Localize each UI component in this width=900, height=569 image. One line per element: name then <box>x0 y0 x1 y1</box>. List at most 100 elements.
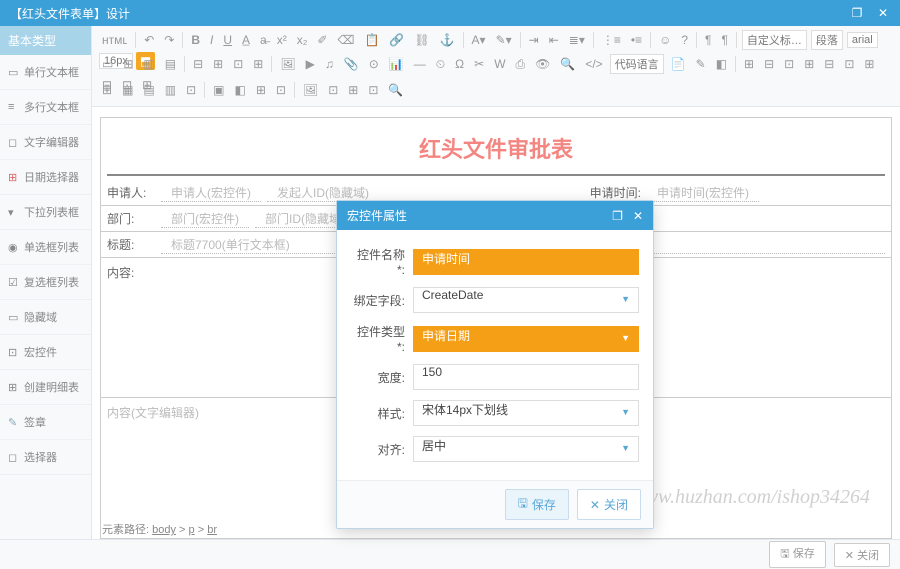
select-align[interactable]: 居中 <box>413 436 639 462</box>
footer-save-button[interactable]: 🖫 保存 <box>769 541 825 568</box>
tb-video-icon[interactable]: ▶ <box>302 55 319 73</box>
tb-html-icon[interactable]: ʜᴛᴍʟ <box>98 31 131 49</box>
tb-r3-9-icon[interactable]: ⊡ <box>272 81 290 99</box>
field-apply-time[interactable]: 申请时间(宏控件) <box>647 184 759 202</box>
tb-font-icon[interactable]: A̲ <box>238 31 254 49</box>
tb-row-icon[interactable]: ▤ <box>161 55 180 73</box>
tb-bg-icon[interactable]: ◧ <box>712 55 731 73</box>
tb-bold-icon[interactable]: B <box>187 31 204 49</box>
tb-ol-icon[interactable]: ⋮≡ <box>598 31 625 49</box>
tb-erase-icon[interactable]: ✐ <box>313 31 331 49</box>
sidebar-item-hidden[interactable]: ▭隐藏域 <box>0 300 91 335</box>
tb-sub-icon[interactable]: x₂ <box>293 31 312 49</box>
path-br[interactable]: br <box>207 524 217 536</box>
sidebar-item-datepicker[interactable]: ⊞日期选择器 <box>0 160 91 195</box>
tb-r3-14-icon[interactable]: 🔍 <box>384 81 407 99</box>
tb-snap-icon[interactable]: ✂ <box>470 55 488 73</box>
tb-audio-icon[interactable]: ♫ <box>321 55 338 73</box>
tb-form-icon[interactable]: ▭ <box>98 55 117 73</box>
tb-preview-icon[interactable]: 👁 <box>531 55 554 73</box>
tb-r3-11-icon[interactable]: ⊡ <box>324 81 342 99</box>
tb-anchor-icon[interactable]: ⚓ <box>436 31 459 49</box>
input-width[interactable]: 150 <box>413 364 639 390</box>
sidebar-item-richtext[interactable]: ◻文字编辑器 <box>0 125 91 160</box>
tb-redo-icon[interactable]: ↷ <box>160 31 178 49</box>
tb-col-icon[interactable]: ▥ <box>139 55 158 73</box>
tb-align-icon[interactable]: ≣▾ <box>565 31 589 49</box>
tb-tcell6-icon[interactable]: ⊡ <box>840 55 858 73</box>
tb-r3-6-icon[interactable]: ▣ <box>209 81 228 99</box>
select-control-type[interactable]: 申请日期 <box>413 326 639 352</box>
tb-strike-icon[interactable]: a̶ <box>256 31 271 49</box>
tb-attach-icon[interactable]: 📎 <box>340 55 363 73</box>
tb-link-icon[interactable]: 🔗 <box>385 31 408 49</box>
tb-help-icon[interactable]: ? <box>677 31 692 49</box>
dialog-save-button[interactable]: 🖫 保存 <box>505 489 569 520</box>
field-dept[interactable]: 部门(宏控件) <box>161 210 249 228</box>
sidebar-item-selector[interactable]: ◻选择器 <box>0 440 91 475</box>
tb-paragraph-select[interactable]: 段落 <box>811 30 843 50</box>
tb-insrow-icon[interactable]: ⊞ <box>209 55 227 73</box>
tb-undo-icon[interactable]: ↶ <box>140 31 158 49</box>
field-applicant[interactable]: 申请人(宏控件) <box>161 184 261 202</box>
tb-tcell5-icon[interactable]: ⊟ <box>820 55 838 73</box>
tb-r3-8-icon[interactable]: ⊞ <box>252 81 270 99</box>
select-style[interactable]: 宋体14px下划线 <box>413 400 639 426</box>
tb-time-icon[interactable]: ⏲ <box>432 55 449 74</box>
dialog-maximize-icon[interactable]: ❐ <box>612 209 623 223</box>
path-body[interactable]: body <box>152 524 176 536</box>
tb-custom-select[interactable]: 自定义标… <box>742 30 807 50</box>
tb-r3-1-icon[interactable]: ⊞ <box>98 81 116 99</box>
window-close-icon[interactable]: ✕ <box>876 6 890 20</box>
tb-tcell4-icon[interactable]: ⊞ <box>800 55 818 73</box>
dialog-close-icon[interactable]: ✕ <box>633 209 643 223</box>
tb-code-icon[interactable]: </> <box>581 55 606 73</box>
tb-unlink-icon[interactable]: ⛓ <box>410 31 433 49</box>
tb-split-icon[interactable]: ⊞ <box>249 55 267 73</box>
sidebar-item-single-text[interactable]: ▭单行文本框 <box>0 55 91 90</box>
tb-rtl-icon[interactable]: ¶ <box>717 31 731 49</box>
tb-tcell7-icon[interactable]: ⊞ <box>860 55 878 73</box>
tb-indent-icon[interactable]: ⇥ <box>525 31 543 49</box>
tb-delrow-icon[interactable]: ⊟ <box>189 55 207 73</box>
tb-wordimg-icon[interactable]: W <box>490 55 509 73</box>
tb-r3-2-icon[interactable]: ▦ <box>118 81 137 99</box>
tb-template-icon[interactable]: 📄 <box>667 55 690 73</box>
tb-draft-icon[interactable]: ✎ <box>692 55 710 73</box>
tb-italic-icon[interactable]: I <box>206 31 217 49</box>
sidebar-item-radio[interactable]: ◉单选框列表 <box>0 230 91 265</box>
tb-forecolor-icon[interactable]: A▾ <box>468 31 490 49</box>
tb-ltr-icon[interactable]: ¶ <box>701 31 715 49</box>
footer-close-button[interactable]: ✕ 关闭 <box>834 543 890 567</box>
tb-print-icon[interactable]: ⎙ <box>512 55 530 74</box>
sidebar-item-dropdown[interactable]: ▾下拉列表框 <box>0 195 91 230</box>
tb-tcell1-icon[interactable]: ⊞ <box>740 55 758 73</box>
tb-tcell3-icon[interactable]: ⊡ <box>780 55 798 73</box>
select-bind-field[interactable]: CreateDate <box>413 287 639 313</box>
sidebar-item-stamp[interactable]: ✎签章 <box>0 405 91 440</box>
tb-map-icon[interactable]: ⊙ <box>365 55 383 73</box>
tb-clear-icon[interactable]: ⌫ <box>333 31 358 49</box>
tb-emoji-icon[interactable]: ☺ <box>655 31 675 49</box>
sidebar-item-multi-text[interactable]: ≡多行文本框 <box>0 90 91 125</box>
tb-sup-icon[interactable]: x² <box>273 31 291 49</box>
path-p[interactable]: p <box>189 524 195 536</box>
window-maximize-icon[interactable]: ❐ <box>850 6 864 20</box>
tb-search-icon[interactable]: 🔍 <box>556 55 579 73</box>
tb-font-select[interactable]: arial <box>847 32 878 48</box>
tb-r3-4-icon[interactable]: ▥ <box>161 81 180 99</box>
tb-paste-icon[interactable]: 📋 <box>360 31 383 49</box>
tb-ul-icon[interactable]: •≡ <box>627 31 646 49</box>
tb-r3-10-icon[interactable]: 🖼 <box>299 81 322 99</box>
tb-backcolor-icon[interactable]: ✎▾ <box>492 31 516 49</box>
tb-tcell2-icon[interactable]: ⊟ <box>760 55 778 73</box>
tb-hr-icon[interactable]: — <box>410 55 430 73</box>
tb-outdent-icon[interactable]: ⇤ <box>545 31 563 49</box>
tb-r3-13-icon[interactable]: ⊡ <box>364 81 382 99</box>
tb-r3-3-icon[interactable]: ▤ <box>139 81 158 99</box>
input-control-name[interactable]: 申请时间 <box>413 249 639 275</box>
dialog-close-button[interactable]: ✕ 关闭 <box>577 489 641 520</box>
sidebar-item-checkbox[interactable]: ☑复选框列表 <box>0 265 91 300</box>
sidebar-item-macro[interactable]: ⊡宏控件 <box>0 335 91 370</box>
field-initiator-id[interactable]: 发起人ID(隐藏域) <box>267 184 379 202</box>
